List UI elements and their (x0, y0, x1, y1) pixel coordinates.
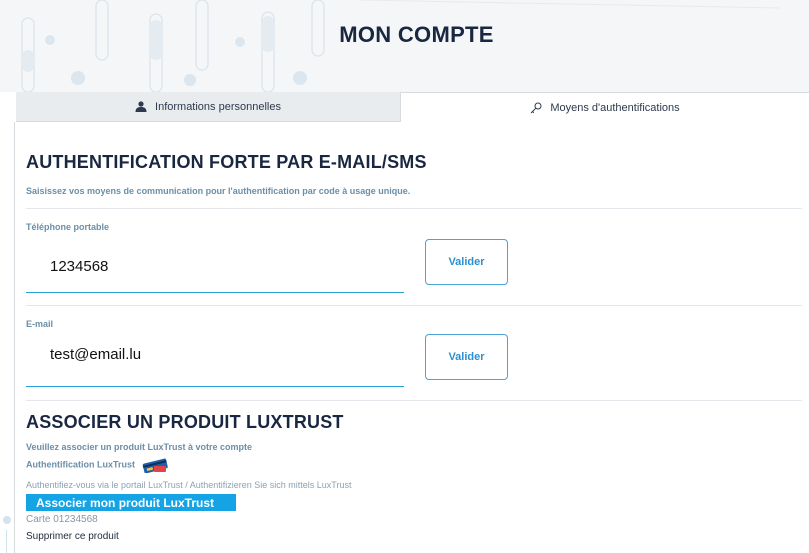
phone-label: Téléphone portable (26, 222, 110, 232)
user-icon (135, 101, 147, 112)
decoration-dot (3, 516, 11, 524)
validate-phone-button[interactable]: Valider (425, 239, 508, 285)
key-icon (530, 102, 542, 113)
page-header: MON COMPTE (0, 0, 809, 92)
tab-personal-info-label: Informations personnelles (155, 100, 281, 113)
luxtrust-section-title: ASSOCIER UN PRODUIT LUXTRUST (26, 412, 344, 432)
phone-input-underline (26, 292, 404, 293)
sms-section-title: AUTHENTIFICATION FORTE PAR E-MAIL/SMS (26, 152, 427, 172)
account-page: MON COMPTE Informations personnelles Moy… (0, 0, 809, 553)
page-title: MON COMPTE (339, 22, 494, 47)
luxtrust-portal-text: Authentifiez-vous via le portail LuxTrus… (26, 480, 352, 490)
luxtrust-auth-label-text: Authentification LuxTrust (26, 459, 135, 470)
luxtrust-auth-label: Authentification LuxTrust (26, 457, 170, 474)
luxtrust-intro: Veuillez associer un produit LuxTrust à … (26, 442, 253, 452)
content-border (14, 122, 15, 553)
tab-auth-methods[interactable]: Moyens d'authentifications (400, 92, 809, 122)
divider (26, 400, 802, 401)
luxtrust-card-icon (142, 458, 168, 474)
divider (26, 208, 802, 209)
tab-bar: Informations personnelles Moyens d'authe… (0, 92, 809, 122)
divider (26, 305, 802, 306)
tab-auth-methods-label: Moyens d'authentifications (550, 101, 680, 114)
sms-section-subtitle: Saisissez vos moyens de communication po… (26, 186, 411, 196)
email-input-underline (26, 386, 404, 387)
validate-email-button[interactable]: Valider (425, 334, 508, 380)
email-label: E-mail (26, 319, 54, 329)
email-input[interactable] (50, 346, 390, 363)
card-number: Carte 01234568 (26, 514, 98, 525)
delete-product-link[interactable]: Supprimer ce produit (26, 531, 119, 542)
decoration-line (6, 530, 7, 553)
tab-personal-info[interactable]: Informations personnelles (16, 92, 400, 122)
associate-luxtrust-button[interactable]: Associer mon produit LuxTrust (26, 494, 236, 511)
phone-input[interactable] (50, 258, 390, 275)
